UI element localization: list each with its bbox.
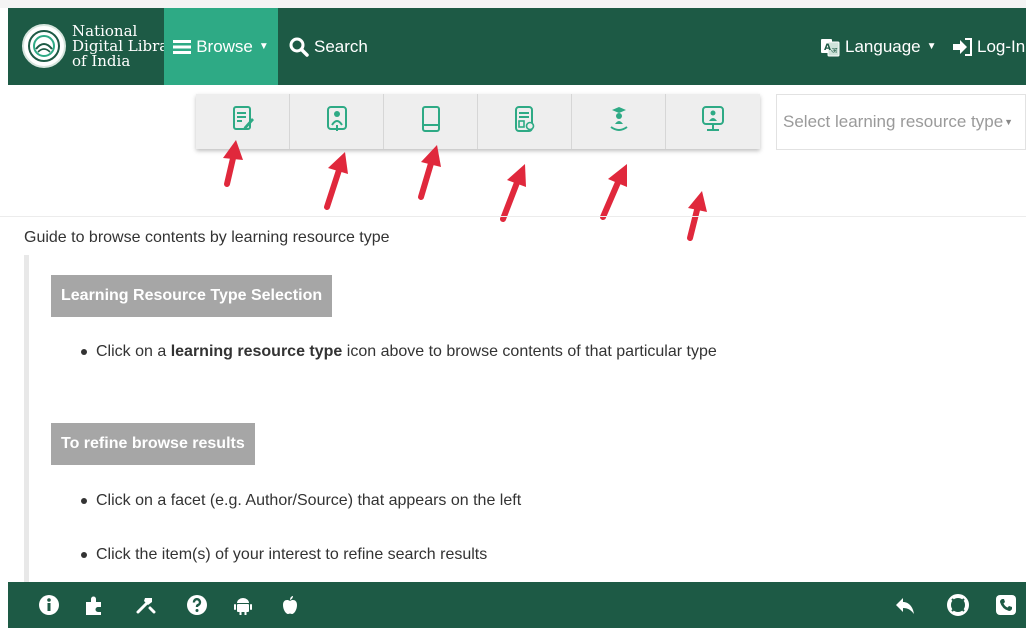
login-link[interactable]: Log-In bbox=[952, 8, 1025, 85]
resource-type-select-placeholder: Select learning resource type bbox=[783, 112, 1004, 131]
report-icon bbox=[514, 105, 536, 138]
bullet-text: Click the item(s) of your interest to re… bbox=[96, 546, 488, 563]
header-bar: National Digital Library of India Browse… bbox=[8, 8, 1026, 85]
graduate-icon bbox=[608, 105, 630, 138]
red-arrow-icon bbox=[418, 145, 441, 200]
help-icon[interactable] bbox=[184, 592, 210, 618]
language-icon: Aअ bbox=[820, 37, 840, 57]
section-heading-refine: To refine browse results bbox=[51, 423, 255, 465]
book-icon bbox=[420, 105, 442, 138]
bullet-dot bbox=[81, 349, 87, 355]
bullet-text-post: icon above to browse contents of that pa… bbox=[342, 343, 717, 360]
bullet-text-pre: Click on a bbox=[96, 343, 171, 360]
chevron-down-icon: ▼ bbox=[258, 41, 269, 52]
section-heading-resource-type: Learning Resource Type Selection bbox=[51, 275, 333, 317]
guide-panel: Learning Resource Type Selection Click o… bbox=[24, 255, 1026, 583]
resource-type-report-button[interactable] bbox=[478, 94, 572, 149]
red-arrow-icon bbox=[324, 152, 348, 210]
phone-icon[interactable] bbox=[993, 592, 1019, 618]
list-item: Click on a facet (e.g. Author/Source) th… bbox=[81, 492, 521, 510]
list-item: Click the item(s) of your interest to re… bbox=[81, 546, 487, 564]
ndli-logo[interactable]: National Digital Library of India bbox=[22, 16, 184, 76]
footer-bar bbox=[8, 582, 1026, 628]
search-icon bbox=[289, 37, 309, 57]
lecture-icon bbox=[701, 105, 725, 138]
resource-type-presentation-button[interactable] bbox=[290, 94, 384, 149]
login-icon bbox=[952, 37, 972, 56]
language-label: Language bbox=[845, 36, 921, 56]
resource-type-graduate-button[interactable] bbox=[572, 94, 666, 149]
resource-type-document-button[interactable] bbox=[196, 94, 290, 149]
search-link[interactable]: Search bbox=[289, 8, 368, 85]
login-label: Log-In bbox=[977, 36, 1026, 56]
resource-type-book-button[interactable] bbox=[384, 94, 478, 149]
presentation-icon bbox=[326, 105, 348, 138]
bullet-text: Click on a facet (e.g. Author/Source) th… bbox=[96, 492, 522, 509]
content-divider bbox=[0, 216, 1026, 217]
svg-text:अ: अ bbox=[831, 46, 838, 55]
tools-icon[interactable] bbox=[132, 592, 158, 618]
info-icon[interactable] bbox=[36, 592, 62, 618]
lifebuoy-icon[interactable] bbox=[945, 592, 971, 618]
resource-type-lecture-button[interactable] bbox=[666, 94, 760, 149]
puzzle-icon[interactable] bbox=[81, 592, 107, 618]
red-arrow-icon bbox=[600, 164, 627, 220]
ndli-emblem-icon bbox=[22, 24, 66, 68]
list-item: Click on a learning resource type icon a… bbox=[81, 343, 717, 361]
bullet-text-bold: learning resource type bbox=[170, 343, 343, 360]
android-icon[interactable] bbox=[230, 592, 256, 618]
chevron-down-icon: ▼ bbox=[1004, 117, 1013, 127]
resource-type-bar bbox=[196, 94, 760, 149]
bullet-dot bbox=[81, 552, 87, 558]
red-arrow-icon bbox=[687, 191, 707, 241]
guide-title: Guide to browse contents by learning res… bbox=[24, 229, 390, 246]
document-edit-icon bbox=[232, 105, 254, 138]
bullet-dot bbox=[81, 498, 87, 504]
back-icon[interactable] bbox=[892, 592, 918, 618]
resource-type-select[interactable]: Select learning resource type ▼ bbox=[776, 94, 1026, 150]
search-label: Search bbox=[314, 36, 368, 56]
chevron-down-icon: ▼ bbox=[926, 41, 937, 52]
browse-label: Browse bbox=[196, 36, 253, 56]
apple-icon[interactable] bbox=[277, 592, 303, 618]
svg-text:A: A bbox=[824, 43, 831, 53]
hamburger-icon bbox=[173, 39, 192, 55]
browse-menu-button[interactable]: Browse ▼ bbox=[164, 8, 278, 85]
language-menu-button[interactable]: Aअ Language ▼ bbox=[820, 8, 937, 85]
top-strip bbox=[0, 0, 1026, 8]
red-arrow-icon bbox=[500, 164, 526, 222]
